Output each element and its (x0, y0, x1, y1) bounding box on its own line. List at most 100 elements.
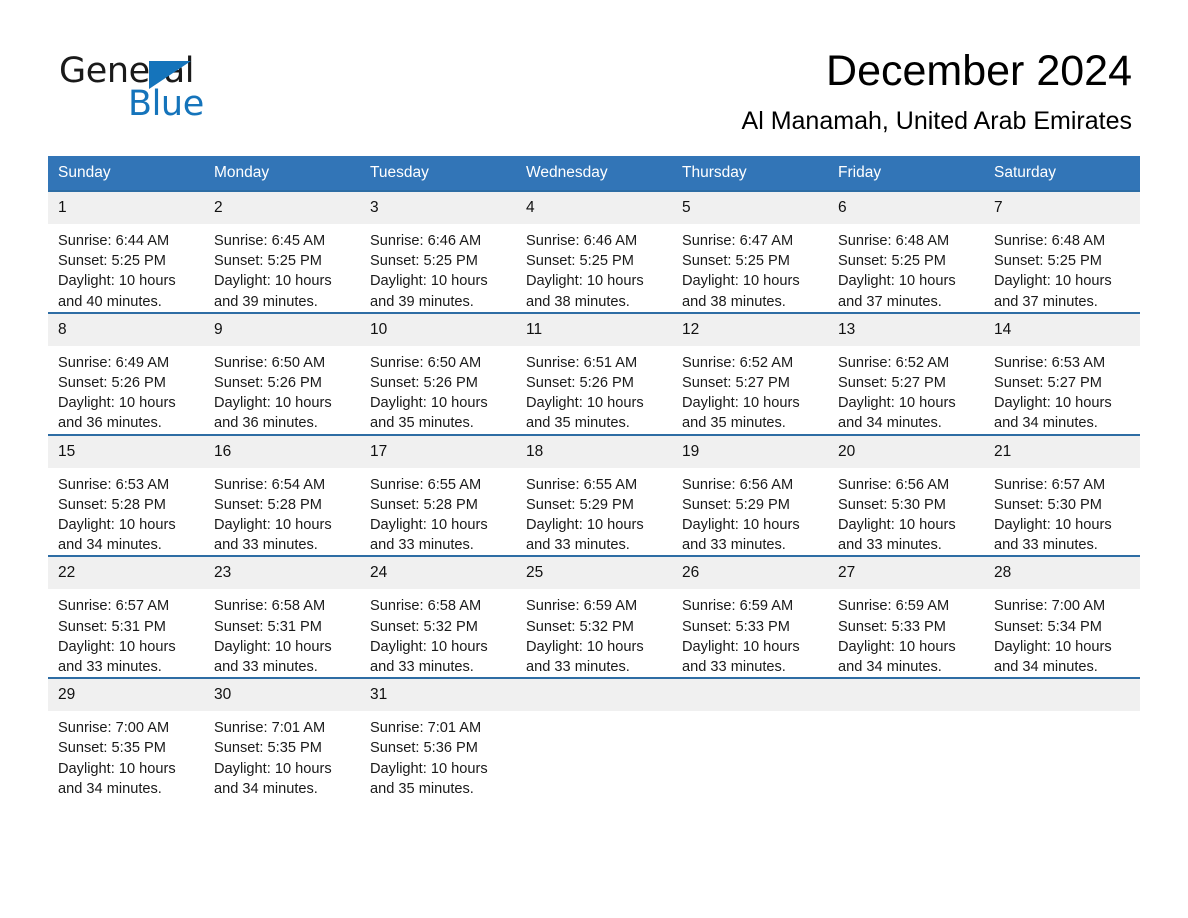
daylight-text-line1: Daylight: 10 hours (526, 517, 644, 534)
day-number: 17 (360, 435, 516, 468)
day-cell[interactable]: 4 Sunrise: 6:46 AM Sunset: 5:25 PM Dayli… (516, 190, 672, 313)
title-block: December 2024 Al Manamah, United Arab Em… (492, 45, 1132, 136)
day-cell[interactable]: 28 Sunrise: 7:00 AM Sunset: 5:34 PM Dayl… (984, 555, 1140, 679)
day-info: Sunrise: 6:59 AM Sunset: 5:33 PM Dayligh… (672, 589, 828, 677)
day-cell[interactable]: 14 Sunrise: 6:53 AM Sunset: 5:27 PM Dayl… (984, 311, 1140, 435)
day-info: Sunrise: 6:49 AM Sunset: 5:26 PM Dayligh… (48, 346, 204, 434)
day-cell[interactable]: 10 Sunrise: 6:50 AM Sunset: 5:26 PM Dayl… (360, 311, 516, 435)
day-cell[interactable]: 18 Sunrise: 6:55 AM Sunset: 5:29 PM Dayl… (516, 433, 672, 557)
day-cell[interactable]: 19 Sunrise: 6:56 AM Sunset: 5:29 PM Dayl… (672, 433, 828, 557)
day-cell[interactable]: 7 Sunrise: 6:48 AM Sunset: 5:25 PM Dayli… (984, 190, 1140, 313)
day-cell[interactable]: 6 Sunrise: 6:48 AM Sunset: 5:25 PM Dayli… (828, 190, 984, 313)
day-cell[interactable]: 12 Sunrise: 6:52 AM Sunset: 5:27 PM Dayl… (672, 311, 828, 435)
daylight-text-line1: Daylight: 10 hours (526, 395, 644, 412)
day-number: 29 (48, 679, 204, 712)
daylight-text-line1: Daylight: 10 hours (370, 517, 488, 534)
sunset-text: Sunset: 5:33 PM (682, 618, 790, 635)
weekday-header-wednesday: Wednesday (516, 156, 672, 191)
daylight-text-line1: Daylight: 10 hours (214, 760, 332, 777)
day-cell[interactable]: 2 Sunrise: 6:45 AM Sunset: 5:25 PM Dayli… (204, 190, 360, 313)
day-cell[interactable]: 26 Sunrise: 6:59 AM Sunset: 5:33 PM Dayl… (672, 555, 828, 679)
day-number (516, 679, 672, 712)
day-cell[interactable]: 8 Sunrise: 6:49 AM Sunset: 5:26 PM Dayli… (48, 311, 204, 435)
daylight-text-line1: Daylight: 10 hours (58, 395, 176, 412)
sunset-text: Sunset: 5:31 PM (214, 618, 322, 635)
sunset-text: Sunset: 5:32 PM (526, 618, 634, 635)
day-cell[interactable]: 30 Sunrise: 7:01 AM Sunset: 5:35 PM Dayl… (204, 677, 360, 800)
day-number: 25 (516, 557, 672, 590)
sunset-text: Sunset: 5:25 PM (682, 253, 790, 270)
sunset-text: Sunset: 5:30 PM (838, 496, 946, 513)
day-cell[interactable]: 11 Sunrise: 6:51 AM Sunset: 5:26 PM Dayl… (516, 311, 672, 435)
day-cell[interactable]: 22 Sunrise: 6:57 AM Sunset: 5:31 PM Dayl… (48, 555, 204, 679)
day-cell[interactable]: 24 Sunrise: 6:58 AM Sunset: 5:32 PM Dayl… (360, 555, 516, 679)
sunset-text: Sunset: 5:33 PM (838, 618, 946, 635)
day-info: Sunrise: 6:56 AM Sunset: 5:29 PM Dayligh… (672, 468, 828, 556)
daylight-text-line2: and 33 minutes. (994, 537, 1098, 554)
day-cell[interactable]: 21 Sunrise: 6:57 AM Sunset: 5:30 PM Dayl… (984, 433, 1140, 557)
daylight-text-line2: and 34 minutes. (838, 415, 942, 432)
day-cell[interactable]: 17 Sunrise: 6:55 AM Sunset: 5:28 PM Dayl… (360, 433, 516, 557)
calendar-body: 1 Sunrise: 6:44 AM Sunset: 5:25 PM Dayli… (48, 190, 1140, 800)
daylight-text-line2: and 33 minutes. (214, 659, 318, 676)
day-cell[interactable]: 9 Sunrise: 6:50 AM Sunset: 5:26 PM Dayli… (204, 311, 360, 435)
day-number: 5 (672, 192, 828, 224)
daylight-text-line1: Daylight: 10 hours (370, 273, 488, 290)
week-row: 22 Sunrise: 6:57 AM Sunset: 5:31 PM Dayl… (48, 555, 1140, 679)
day-number: 4 (516, 192, 672, 224)
day-cell[interactable]: 25 Sunrise: 6:59 AM Sunset: 5:32 PM Dayl… (516, 555, 672, 679)
sunset-text: Sunset: 5:26 PM (526, 375, 634, 392)
day-cell[interactable]: 31 Sunrise: 7:01 AM Sunset: 5:36 PM Dayl… (360, 677, 516, 800)
day-cell[interactable]: 3 Sunrise: 6:46 AM Sunset: 5:25 PM Dayli… (360, 190, 516, 313)
day-info: Sunrise: 7:00 AM Sunset: 5:35 PM Dayligh… (48, 711, 204, 799)
day-cell[interactable]: 16 Sunrise: 6:54 AM Sunset: 5:28 PM Dayl… (204, 433, 360, 557)
weekday-header-sunday: Sunday (48, 156, 204, 191)
day-number: 6 (828, 192, 984, 224)
sunset-text: Sunset: 5:26 PM (58, 375, 166, 392)
sunrise-text: Sunrise: 6:59 AM (526, 598, 638, 615)
day-number: 11 (516, 313, 672, 346)
day-number: 10 (360, 313, 516, 346)
day-number: 30 (204, 679, 360, 712)
daylight-text-line2: and 33 minutes. (58, 659, 162, 676)
day-cell-empty (516, 677, 672, 800)
sunset-text: Sunset: 5:27 PM (994, 375, 1102, 392)
sunset-text: Sunset: 5:26 PM (370, 375, 478, 392)
sunset-text: Sunset: 5:36 PM (370, 740, 478, 757)
daylight-text-line1: Daylight: 10 hours (214, 638, 332, 655)
daylight-text-line2: and 35 minutes. (526, 415, 630, 432)
day-cell[interactable]: 20 Sunrise: 6:56 AM Sunset: 5:30 PM Dayl… (828, 433, 984, 557)
daylight-text-line1: Daylight: 10 hours (526, 638, 644, 655)
day-cell[interactable]: 29 Sunrise: 7:00 AM Sunset: 5:35 PM Dayl… (48, 677, 204, 800)
daylight-text-line1: Daylight: 10 hours (838, 273, 956, 290)
sunset-text: Sunset: 5:34 PM (994, 618, 1102, 635)
daylight-text-line1: Daylight: 10 hours (58, 517, 176, 534)
day-cell[interactable]: 15 Sunrise: 6:53 AM Sunset: 5:28 PM Dayl… (48, 433, 204, 557)
sunrise-text: Sunrise: 6:50 AM (370, 354, 482, 371)
sunrise-text: Sunrise: 6:56 AM (838, 476, 950, 493)
day-cell[interactable]: 5 Sunrise: 6:47 AM Sunset: 5:25 PM Dayli… (672, 190, 828, 313)
sunrise-text: Sunrise: 6:50 AM (214, 354, 326, 371)
day-info: Sunrise: 6:46 AM Sunset: 5:25 PM Dayligh… (360, 224, 516, 312)
day-number: 18 (516, 435, 672, 468)
daylight-text-line2: and 33 minutes. (370, 659, 474, 676)
week-row: 29 Sunrise: 7:00 AM Sunset: 5:35 PM Dayl… (48, 677, 1140, 800)
day-info: Sunrise: 6:56 AM Sunset: 5:30 PM Dayligh… (828, 468, 984, 556)
day-cell[interactable]: 27 Sunrise: 6:59 AM Sunset: 5:33 PM Dayl… (828, 555, 984, 679)
day-cell[interactable]: 23 Sunrise: 6:58 AM Sunset: 5:31 PM Dayl… (204, 555, 360, 679)
sunrise-text: Sunrise: 7:00 AM (994, 598, 1106, 615)
day-info (984, 711, 1140, 718)
weekday-header-row: Sunday Monday Tuesday Wednesday Thursday… (48, 156, 1140, 191)
day-info: Sunrise: 6:46 AM Sunset: 5:25 PM Dayligh… (516, 224, 672, 312)
day-info: Sunrise: 6:55 AM Sunset: 5:29 PM Dayligh… (516, 468, 672, 556)
day-number: 28 (984, 557, 1140, 590)
sunrise-text: Sunrise: 6:57 AM (994, 476, 1106, 493)
day-cell[interactable]: 1 Sunrise: 6:44 AM Sunset: 5:25 PM Dayli… (48, 190, 204, 313)
day-cell[interactable]: 13 Sunrise: 6:52 AM Sunset: 5:27 PM Dayl… (828, 311, 984, 435)
day-info: Sunrise: 6:53 AM Sunset: 5:28 PM Dayligh… (48, 468, 204, 556)
day-cell-empty (828, 677, 984, 800)
daylight-text-line2: and 34 minutes. (214, 780, 318, 797)
day-info: Sunrise: 6:52 AM Sunset: 5:27 PM Dayligh… (828, 346, 984, 434)
weekday-header-friday: Friday (828, 156, 984, 191)
daylight-text-line2: and 33 minutes. (526, 659, 630, 676)
